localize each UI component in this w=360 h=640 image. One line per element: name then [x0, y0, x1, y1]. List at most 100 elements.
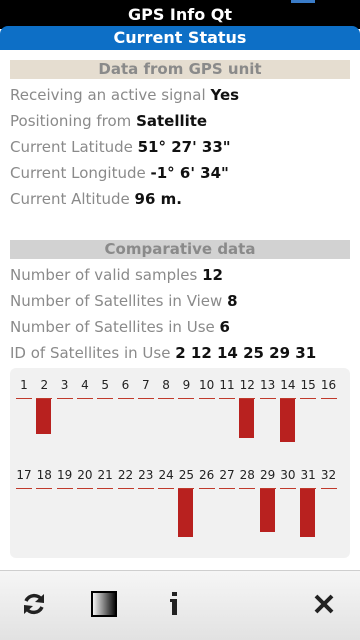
sat-baseline-20 [76, 488, 93, 489]
sats-in-view-row: Number of Satellites in View 8 [10, 291, 238, 311]
sat-label-2: 2 [40, 378, 49, 392]
sat-label-3: 3 [60, 378, 69, 392]
contrast-icon [91, 591, 117, 617]
sat-baseline-30 [279, 488, 296, 489]
sat-baseline-11 [219, 398, 235, 399]
sat-label-7: 7 [141, 378, 150, 392]
sat-baseline-28 [239, 488, 256, 489]
contrast-button[interactable] [87, 587, 121, 621]
status-content[interactable]: Data from GPS unit Receiving an active s… [0, 50, 360, 570]
sat-baseline-18 [36, 488, 53, 489]
sat-label-15: 15 [300, 378, 316, 392]
sat-baseline-13 [259, 398, 276, 399]
sat-label-12: 12 [239, 378, 255, 392]
refresh-button[interactable] [17, 587, 51, 621]
info-icon [170, 592, 177, 615]
sat-label-5: 5 [101, 378, 109, 392]
sat-label-9: 9 [182, 378, 191, 392]
sat-bar-12 [239, 399, 255, 438]
signal-row: Receiving an active signal Yes [10, 85, 239, 105]
sat-baseline-32 [320, 488, 337, 489]
comparative-section-header: Comparative data [10, 240, 350, 259]
sat-label-4: 4 [81, 378, 89, 392]
sat-baseline-5 [97, 398, 114, 399]
sat-baseline-8 [158, 398, 175, 399]
page-title: Current Status [0, 26, 360, 50]
sat-label-11: 11 [219, 378, 235, 392]
sat-label-32: 32 [320, 468, 337, 482]
sats-in-use-label: Number of Satellites in Use [10, 318, 215, 336]
positioning-row: Positioning from Satellite [10, 111, 207, 131]
sat-label-17: 17 [16, 468, 32, 482]
sat-label-10: 10 [199, 378, 215, 392]
sat-label-19: 19 [56, 468, 73, 482]
sats-in-view-label: Number of Satellites in View [10, 292, 223, 310]
close-icon [314, 594, 334, 614]
close-button[interactable] [307, 587, 341, 621]
longitude-label: Current Longitude [10, 164, 146, 182]
sat-label-1: 1 [20, 378, 28, 392]
sat-label-21: 21 [97, 468, 113, 482]
sats-in-use-value: 6 [219, 318, 230, 336]
sat-label-18: 18 [36, 468, 52, 482]
sat-baseline-7 [137, 398, 154, 399]
sat-baseline-9 [178, 398, 195, 399]
sat-label-8: 8 [162, 378, 170, 392]
gps-section-header: Data from GPS unit [10, 60, 350, 79]
sat-label-16: 16 [320, 378, 337, 392]
sat-label-13: 13 [259, 378, 276, 392]
sat-baseline-26 [198, 488, 215, 489]
app-title: GPS Info Qt [127, 5, 233, 24]
sat-label-31: 31 [300, 468, 316, 482]
latitude-label: Current Latitude [10, 138, 133, 156]
latitude-value: 51° 27' 33" [137, 138, 231, 156]
sat-baseline-6 [117, 398, 134, 399]
sat-baseline-21 [97, 488, 114, 489]
status-indicator [291, 0, 315, 3]
app-title-bar: GPS Info Qt [0, 0, 360, 29]
positioning-value: Satellite [136, 112, 208, 130]
altitude-label: Current Altitude [10, 190, 130, 208]
valid-samples-row: Number of valid samples 12 [10, 265, 223, 285]
bottom-toolbar [0, 570, 360, 640]
sat-baseline-4 [76, 398, 93, 399]
sat-label-30: 30 [280, 468, 296, 482]
valid-samples-label: Number of valid samples [10, 266, 198, 284]
sat-baseline-15 [300, 398, 317, 399]
sat-baseline-17 [16, 488, 32, 489]
latitude-row: Current Latitude 51° 27' 33" [10, 137, 231, 157]
sat-baseline-19 [56, 488, 73, 489]
sat-bar-31 [300, 489, 316, 537]
signal-value: Yes [210, 86, 240, 104]
sats-in-view-value: 8 [227, 292, 238, 310]
sat-label-26: 26 [199, 468, 215, 482]
longitude-value: -1° 6' 34" [150, 164, 229, 182]
sat-label-22: 22 [117, 468, 134, 482]
sat-label-6: 6 [121, 378, 130, 392]
satellite-chart: 1 2 3 4 5 6 7 8 9 10 11 12 13 14 15 16 17 18 19 20 21 22 23 24 2… [10, 368, 350, 558]
sats-in-use-row: Number of Satellites in Use 6 [10, 317, 230, 337]
sat-baseline-23 [137, 488, 154, 489]
info-button[interactable] [158, 587, 192, 621]
sat-label-20: 20 [77, 468, 93, 482]
altitude-row: Current Altitude 96 m. [10, 189, 182, 209]
valid-samples-value: 12 [202, 266, 223, 284]
sat-ids-row: ID of Satellites in Use 2 12 14 25 29 31 [10, 343, 316, 363]
signal-label: Receiving an active signal [10, 86, 206, 104]
sat-label-28: 28 [239, 468, 255, 482]
sat-ids-label: ID of Satellites in Use [10, 344, 171, 362]
sat-label-24: 24 [158, 468, 174, 482]
positioning-label: Positioning from [10, 112, 132, 130]
sat-baseline-22 [117, 488, 134, 489]
sat-baseline-24 [158, 488, 175, 489]
sat-baseline-1 [16, 398, 32, 399]
refresh-icon [24, 593, 44, 615]
sat-baseline-27 [219, 488, 235, 489]
sat-label-14: 14 [280, 378, 296, 392]
sat-label-27: 27 [219, 468, 235, 482]
sat-bar-29 [259, 489, 275, 532]
sat-baseline-16 [320, 398, 337, 399]
altitude-value: 96 m. [134, 190, 182, 208]
sat-label-29: 29 [259, 468, 276, 482]
sat-baseline-3 [56, 398, 73, 399]
